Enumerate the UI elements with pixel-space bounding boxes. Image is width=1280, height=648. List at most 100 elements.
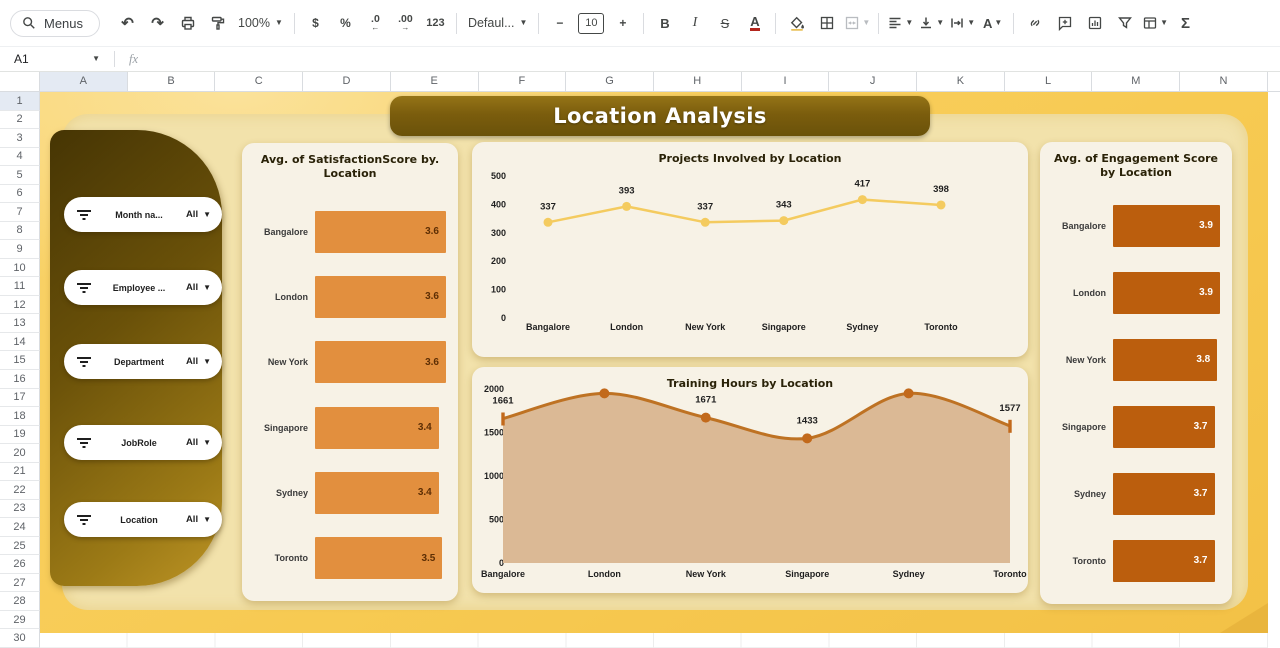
- row-header-20[interactable]: 20: [0, 444, 40, 463]
- horizontal-align-button[interactable]: ▼: [885, 10, 915, 36]
- fill-color-button[interactable]: [782, 10, 811, 36]
- bar: 3.5: [315, 537, 442, 579]
- chart-icon: [1087, 15, 1103, 31]
- insert-link-button[interactable]: [1020, 10, 1049, 36]
- column-header-H[interactable]: H: [654, 72, 742, 91]
- row-header-24[interactable]: 24: [0, 518, 40, 537]
- formula-input[interactable]: [138, 47, 1280, 71]
- row-header-16[interactable]: 16: [0, 370, 40, 389]
- row-header-12[interactable]: 12: [0, 296, 40, 315]
- slicer-jobrole[interactable]: JobRoleAll▼: [64, 425, 222, 460]
- redo-button[interactable]: ↷: [143, 10, 172, 36]
- row-header-19[interactable]: 19: [0, 426, 40, 445]
- strikethrough-button[interactable]: S: [710, 10, 739, 36]
- increase-decimal-button[interactable]: .00→: [391, 10, 420, 36]
- svg-text:400: 400: [491, 199, 506, 209]
- column-header-C[interactable]: C: [215, 72, 303, 91]
- column-header-D[interactable]: D: [303, 72, 391, 91]
- more-formats-button[interactable]: 123: [421, 10, 450, 36]
- font-family-select[interactable]: Defaul... ▼: [463, 10, 532, 36]
- insert-chart-button[interactable]: [1080, 10, 1109, 36]
- decrease-font-size-button[interactable]: −: [545, 10, 574, 36]
- svg-text:New York: New York: [686, 569, 727, 579]
- chart-card-satisfaction[interactable]: Avg. of SatisfactionScore by. Location B…: [242, 143, 458, 601]
- row-header-23[interactable]: 23: [0, 500, 40, 519]
- row-header-8[interactable]: 8: [0, 222, 40, 241]
- column-header-I[interactable]: I: [742, 72, 830, 91]
- column-header-J[interactable]: J: [829, 72, 917, 91]
- text-color-button[interactable]: A: [740, 10, 769, 36]
- row-header-15[interactable]: 15: [0, 351, 40, 370]
- row-header-28[interactable]: 28: [0, 592, 40, 611]
- row-header-18[interactable]: 18: [0, 407, 40, 426]
- insert-comment-button[interactable]: [1050, 10, 1079, 36]
- borders-button[interactable]: [812, 10, 841, 36]
- row-header-30[interactable]: 30: [0, 629, 40, 648]
- row-header-1[interactable]: 1: [0, 92, 40, 111]
- chart-title: Avg. of SatisfactionScore by. Location: [250, 153, 450, 181]
- name-box[interactable]: A1 ▼: [0, 52, 108, 66]
- zoom-control[interactable]: 100% ▼: [233, 10, 288, 36]
- column-header-L[interactable]: L: [1005, 72, 1093, 91]
- row-header-6[interactable]: 6: [0, 185, 40, 204]
- row-header-17[interactable]: 17: [0, 389, 40, 408]
- column-header-N[interactable]: N: [1180, 72, 1268, 91]
- paint-roller-icon: [210, 15, 226, 31]
- slicer-department[interactable]: DepartmentAll▼: [64, 344, 222, 379]
- merge-cells-button[interactable]: ▼: [842, 10, 872, 36]
- undo-button[interactable]: ↶: [113, 10, 142, 36]
- functions-button[interactable]: Σ: [1171, 10, 1200, 36]
- row-header-13[interactable]: 13: [0, 314, 40, 333]
- row-header-10[interactable]: 10: [0, 259, 40, 278]
- increase-font-size-button[interactable]: +: [608, 10, 637, 36]
- chevron-down-icon: ▼: [1160, 19, 1168, 27]
- row-header-2[interactable]: 2: [0, 111, 40, 130]
- row-header-9[interactable]: 9: [0, 240, 40, 259]
- row-header-29[interactable]: 29: [0, 611, 40, 630]
- bold-button[interactable]: B: [650, 10, 679, 36]
- column-header-B[interactable]: B: [128, 72, 216, 91]
- column-header-F[interactable]: F: [479, 72, 567, 91]
- italic-button[interactable]: I: [680, 10, 709, 36]
- format-percent-button[interactable]: %: [331, 10, 360, 36]
- text-rotation-button[interactable]: A ▼: [978, 10, 1007, 36]
- row-header-4[interactable]: 4: [0, 148, 40, 167]
- select-all-corner[interactable]: [0, 72, 40, 91]
- slicer-monthna[interactable]: Month na...All▼: [64, 197, 222, 232]
- row-header-26[interactable]: 26: [0, 555, 40, 574]
- font-size-input[interactable]: 10: [578, 13, 604, 34]
- decrease-decimal-button[interactable]: .0←: [361, 10, 390, 36]
- vertical-align-button[interactable]: ▼: [916, 10, 946, 36]
- text-wrap-button[interactable]: ▼: [947, 10, 977, 36]
- create-filter-button[interactable]: [1110, 10, 1139, 36]
- print-button[interactable]: [173, 10, 202, 36]
- column-header-K[interactable]: K: [917, 72, 1005, 91]
- dashboard-canvas: Location Analysis Month na...All▼Employe…: [40, 92, 1268, 633]
- column-header-G[interactable]: G: [566, 72, 654, 91]
- column-header-E[interactable]: E: [391, 72, 479, 91]
- paint-format-button[interactable]: [203, 10, 232, 36]
- row-header-21[interactable]: 21: [0, 463, 40, 482]
- row-header-3[interactable]: 3: [0, 129, 40, 148]
- slicer-location[interactable]: LocationAll▼: [64, 502, 222, 537]
- chevron-down-icon: ▼: [203, 438, 211, 447]
- chart-card-projects[interactable]: Projects Involved by Location 5004003002…: [472, 142, 1028, 357]
- row-header-7[interactable]: 7: [0, 203, 40, 222]
- column-header-A[interactable]: A: [40, 72, 128, 91]
- table-views-button[interactable]: ▼: [1140, 10, 1170, 36]
- slicer-value: All: [186, 356, 198, 367]
- slicer-employee[interactable]: Employee ...All▼: [64, 270, 222, 305]
- format-currency-button[interactable]: $: [301, 10, 330, 36]
- row-header-5[interactable]: 5: [0, 166, 40, 185]
- chart-card-engagement[interactable]: Avg. of Engagement Score by Location Ban…: [1040, 142, 1232, 604]
- row-header-22[interactable]: 22: [0, 481, 40, 500]
- row-header-25[interactable]: 25: [0, 537, 40, 556]
- bar-row: Bangalore3.9: [1050, 192, 1220, 259]
- row-header-14[interactable]: 14: [0, 333, 40, 352]
- bar-value-label: 3.7: [1194, 488, 1208, 499]
- row-header-11[interactable]: 11: [0, 277, 40, 296]
- menus-search-button[interactable]: Menus: [10, 10, 100, 37]
- row-header-27[interactable]: 27: [0, 574, 40, 593]
- column-header-M[interactable]: M: [1092, 72, 1180, 91]
- chart-card-training[interactable]: Training Hours by Location 2000150010005…: [472, 367, 1028, 593]
